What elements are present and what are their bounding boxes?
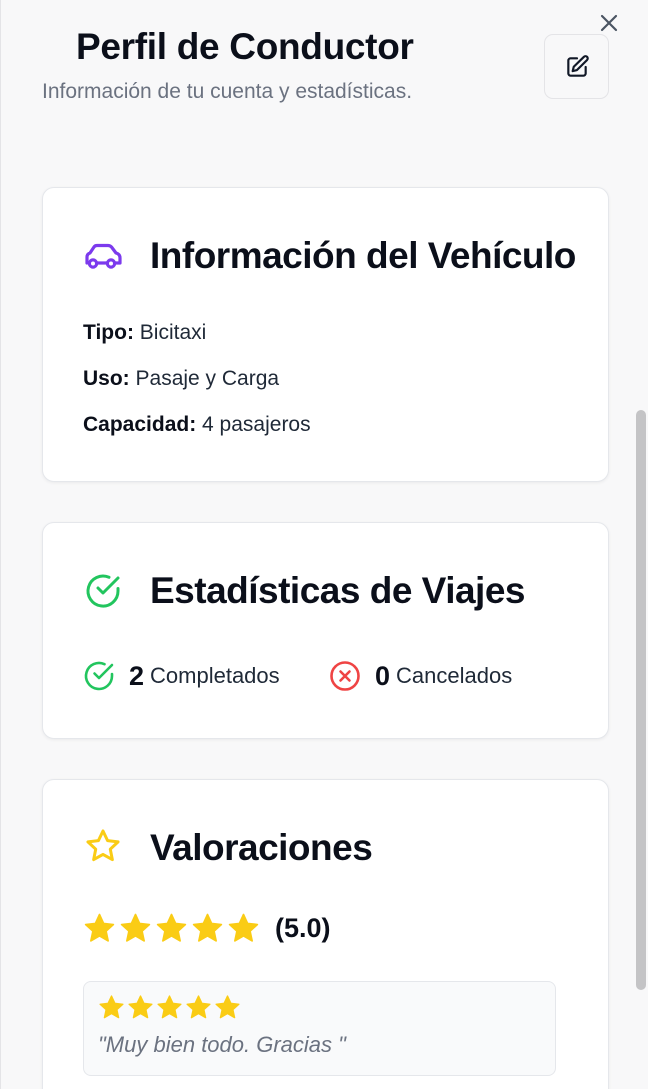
- close-button[interactable]: [596, 10, 622, 36]
- review-item: "Muy bien todo. Gracias ": [83, 981, 556, 1076]
- stats-card-title: Estadísticas de Viajes: [150, 570, 526, 611]
- average-rating: (5.0): [83, 912, 331, 945]
- review-stars: [98, 994, 243, 1021]
- page-subtitle: Información de tu cuenta y estadísticas.: [42, 80, 413, 103]
- vehicle-use-value: Pasaje y Carga: [135, 367, 280, 390]
- average-stars: [83, 912, 263, 945]
- vehicle-use-label: Uso:: [83, 367, 130, 390]
- star-filled-icon: [99, 995, 124, 1019]
- star-filled-icon: [156, 913, 187, 942]
- vehicle-info-card: Información del Vehículo Tipo: Bicitaxi …: [42, 187, 609, 482]
- vehicle-card-title: Información del Vehículo: [150, 235, 576, 276]
- vehicle-capacity-value: 4 pasajeros: [202, 413, 311, 436]
- scrollbar-thumb[interactable]: [636, 410, 646, 990]
- star-filled-icon: [192, 913, 223, 942]
- completed-trips-stat: 2 Completados: [83, 660, 280, 692]
- car-icon: [83, 237, 123, 277]
- edit-profile-button[interactable]: [544, 34, 609, 99]
- vehicle-type-value: Bicitaxi: [139, 321, 207, 344]
- star-filled-icon: [128, 995, 153, 1019]
- pencil-square-icon: [566, 54, 589, 77]
- star-filled-icon: [186, 995, 211, 1019]
- vehicle-type-label: Tipo:: [83, 321, 134, 344]
- vehicle-use-row: Uso: Pasaje y Carga: [83, 367, 279, 391]
- driver-profile-panel: Perfil de Conductor Información de tu cu…: [0, 0, 648, 1089]
- star-filled-icon: [228, 913, 259, 942]
- check-circle-icon: [83, 571, 123, 611]
- completed-label: Completados: [150, 663, 280, 688]
- ratings-card: Valoraciones (5.0) "Muy bien todo. Graci…: [42, 779, 609, 1089]
- star-filled-icon: [84, 913, 115, 942]
- page-title: Perfil de Conductor: [76, 26, 414, 67]
- vehicle-capacity-row: Capacidad: 4 pasajeros: [83, 413, 311, 437]
- average-rating-value: (5.0): [275, 913, 331, 943]
- completed-count: 2: [129, 660, 145, 691]
- cancelled-label: Cancelados: [396, 663, 513, 688]
- close-icon: [600, 14, 618, 32]
- vehicle-capacity-label: Capacidad:: [83, 413, 197, 436]
- star-filled-icon: [215, 995, 240, 1019]
- trip-stats-card: Estadísticas de Viajes 2 Completados 0 C…: [42, 522, 609, 739]
- ratings-card-title: Valoraciones: [150, 827, 373, 868]
- star-filled-icon: [120, 913, 151, 942]
- cancelled-count: 0: [375, 660, 391, 691]
- vehicle-type-row: Tipo: Bicitaxi: [83, 321, 206, 345]
- cancelled-trips-stat: 0 Cancelados: [329, 660, 512, 692]
- star-filled-icon: [157, 995, 182, 1019]
- cancel-x-circle-icon: [330, 661, 360, 691]
- review-text: "Muy bien todo. Gracias ": [98, 1032, 346, 1057]
- completed-check-icon: [84, 661, 114, 691]
- star-outline-icon: [83, 826, 123, 866]
